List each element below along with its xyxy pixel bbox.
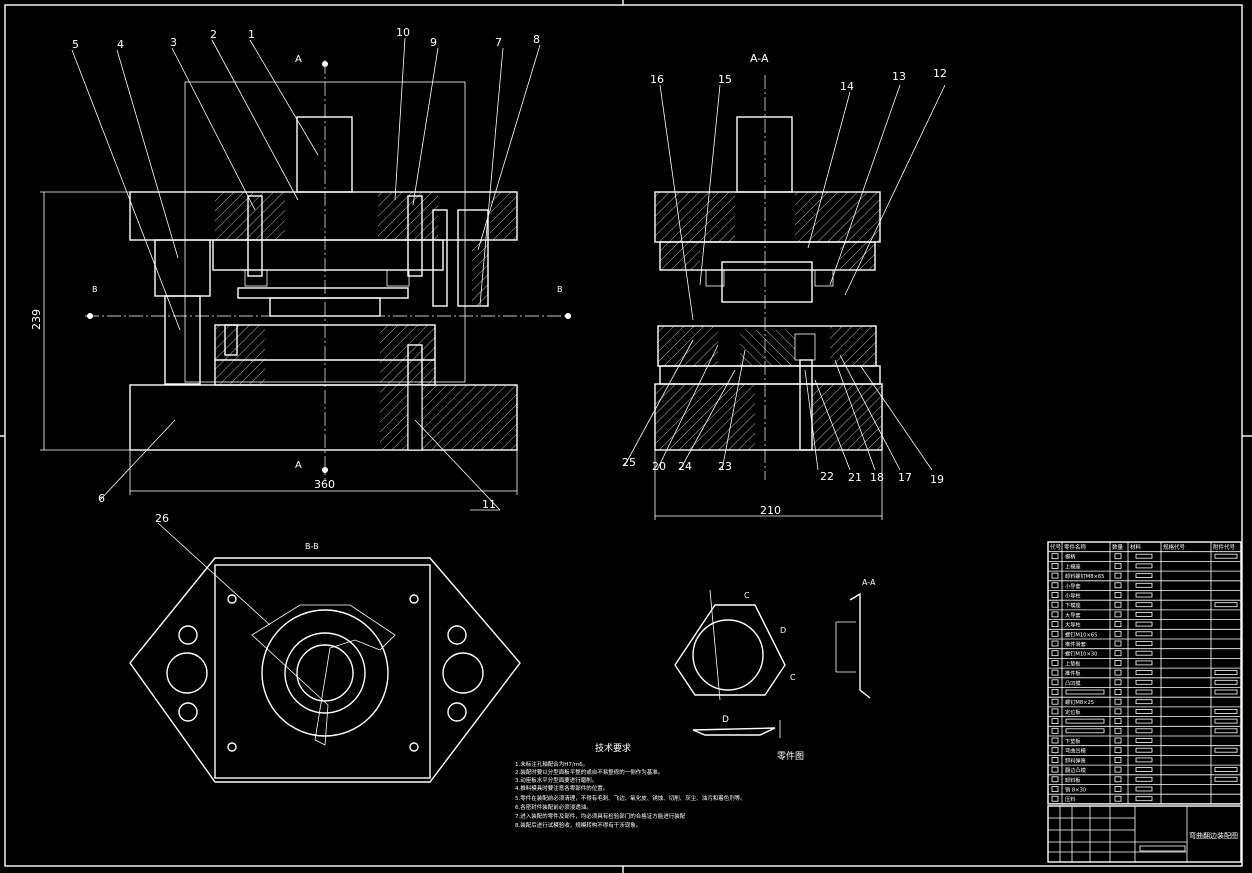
leader-label-side-9: 23: [718, 460, 732, 473]
table-row: 推件板: [1065, 669, 1081, 677]
table-row: 螺钉M10×30: [1065, 650, 1097, 658]
table-header: 零件名称: [1064, 543, 1087, 551]
drawing-name: 弯曲翻边装配图: [1189, 831, 1238, 840]
dim-height-front: 239: [30, 309, 43, 330]
section-mark-b-left: B: [92, 285, 98, 294]
part-label-c-right: C: [790, 673, 796, 682]
table-row: 卸料板: [1065, 776, 1081, 784]
table-row: 大导套: [1065, 611, 1081, 619]
dim-width-side: 210: [760, 504, 781, 517]
front-section-view: A A B B 239 360 5 4 3 2 1 10 9 7 8 6 11: [30, 26, 571, 511]
table-row: 凸凹模: [1065, 679, 1081, 687]
plan-view-title: B-B: [305, 542, 319, 551]
parts-table: 代号 零件名称 数量 材料 规格代号 附件代号模柄上模座卸料螺钉M8×65 小导套小导柱下模…: [1047, 541, 1242, 805]
leader-label-front-2: 4: [117, 38, 124, 51]
part-section-title: A-A: [862, 578, 876, 587]
table-row: 翻边凸模: [1065, 766, 1086, 774]
table-row: 销 8×30: [1065, 786, 1086, 794]
table-row: 螺钉M10×65: [1065, 630, 1097, 638]
table-row: [1065, 718, 1105, 724]
table-header: 代号: [1050, 543, 1062, 551]
sheet-border: [4, 4, 1243, 867]
table-row: 定位板: [1065, 708, 1081, 716]
leader-label-side-1: 16: [650, 73, 664, 86]
leader-label-front-11: 11: [482, 498, 496, 511]
table-row: 卸料螺钉M8×65: [1065, 572, 1104, 580]
plan-view: B-B 26: [129, 512, 521, 783]
table-row: 大导柱: [1065, 621, 1081, 629]
leader-label-side-13: 17: [898, 471, 912, 484]
table-row: [1065, 689, 1105, 695]
leader-label-side-14: 19: [930, 473, 944, 486]
tech-requirement-item: 3.动座板水平分型面要进行磨削。: [515, 776, 597, 784]
cad-drawing: A A B B 239 360 5 4 3 2 1 10 9 7 8 6 11 …: [0, 0, 1252, 873]
tech-requirement-item: 6.各密封件装配前必须浸透油。: [515, 803, 592, 811]
section-mark-a-bottom: A: [295, 460, 302, 471]
tech-requirement-item: 7.进入装配的零件及部件，均必须具有检验部门的合格证方能进行装配: [515, 812, 686, 820]
leader-label-front-6: 10: [396, 26, 410, 39]
leader-label-side-6: 25: [622, 456, 636, 469]
leader-label-side-10: 22: [820, 470, 834, 483]
leader-label-side-11: 21: [848, 471, 862, 484]
leader-label-front-10: 6: [98, 492, 105, 505]
leader-label-side-2: 15: [718, 73, 732, 86]
section-mark-b-right: B: [557, 285, 563, 294]
table-row: 上模座: [1065, 562, 1081, 570]
leader-label-side-7: 20: [652, 460, 666, 473]
table-row: 弯曲凹模: [1065, 747, 1086, 755]
title-block: 弯曲翻边装配图: [1047, 805, 1242, 863]
leader-label-plan: 26: [155, 512, 169, 525]
leader-label-side-8: 24: [678, 460, 692, 473]
table-row: 小导柱: [1065, 592, 1081, 600]
table-row: 下垫板: [1065, 737, 1081, 745]
tech-requirement-item: 1.未标注孔轴配合为H7/m6。: [515, 760, 588, 768]
leader-label-front-7: 9: [430, 36, 437, 49]
part-label-d-right: D: [780, 626, 786, 635]
leader-label-side-5: 12: [933, 67, 947, 80]
tech-requirement-item: 2.装配时要以分型面板平整的或自不易整修的一侧作为基准。: [515, 768, 663, 776]
table-header: 规格代号: [1163, 543, 1186, 551]
table-row: 上垫板: [1065, 659, 1081, 667]
table-header: 数量: [1112, 543, 1124, 551]
table-row: 推件滑套: [1065, 640, 1087, 648]
table-row: 模柄: [1065, 553, 1075, 561]
tech-requirement-item: 5.零件在装配前必须清理，不得有毛刺、飞边、氧化皮、锈蚀、切削、灰尘、油污和着色…: [515, 794, 746, 802]
table-row: 下模座: [1065, 601, 1081, 609]
tech-requirement-item: 8.装配后进行试模验收，规模转构不得有干涉现象。: [515, 821, 641, 829]
part-label-d-bottom: D: [722, 715, 729, 725]
leader-label-front-9: 8: [533, 33, 540, 46]
leader-label-front-3: 3: [170, 36, 177, 49]
tech-requirement-item: 4.推料模具时要注意各零部件的位置。: [515, 784, 608, 792]
leader-label-front-4: 2: [210, 28, 217, 41]
leader-label-side-3: 14: [840, 80, 854, 93]
leader-label-side-4: 13: [892, 70, 906, 83]
table-row: 小导套: [1065, 582, 1081, 590]
side-section-view: A-A 210 16 15 14 13 12 25 20 24 23 22 21…: [622, 52, 947, 520]
tech-requirements-title: 技术要求: [595, 742, 631, 754]
part-label-c-top: C: [744, 591, 750, 600]
section-mark-a-top: A: [295, 54, 302, 65]
table-row: 卸料弹簧: [1065, 756, 1086, 764]
part-drawing: C C D D 零件图 A-A: [674, 578, 876, 762]
part-drawing-title: 零件图: [777, 750, 804, 762]
table-row: [1065, 728, 1105, 734]
table-row: 压料: [1065, 795, 1075, 803]
table-row: 螺钉M8×25: [1065, 698, 1094, 706]
leader-label-front-1: 5: [72, 38, 79, 51]
dim-width-front: 360: [314, 478, 335, 491]
table-header: 材料: [1130, 543, 1142, 551]
table-header: 附件代号: [1213, 543, 1236, 551]
leader-label-front-5: 1: [248, 28, 255, 41]
tech-requirements: 技术要求 1.未标注孔轴配合为H7/m6。 2.装配时要以分型面板平整的或自不易…: [515, 742, 746, 829]
side-view-title: A-A: [750, 52, 769, 65]
leader-label-front-8: 7: [495, 36, 502, 49]
leader-label-side-12: 18: [870, 471, 884, 484]
